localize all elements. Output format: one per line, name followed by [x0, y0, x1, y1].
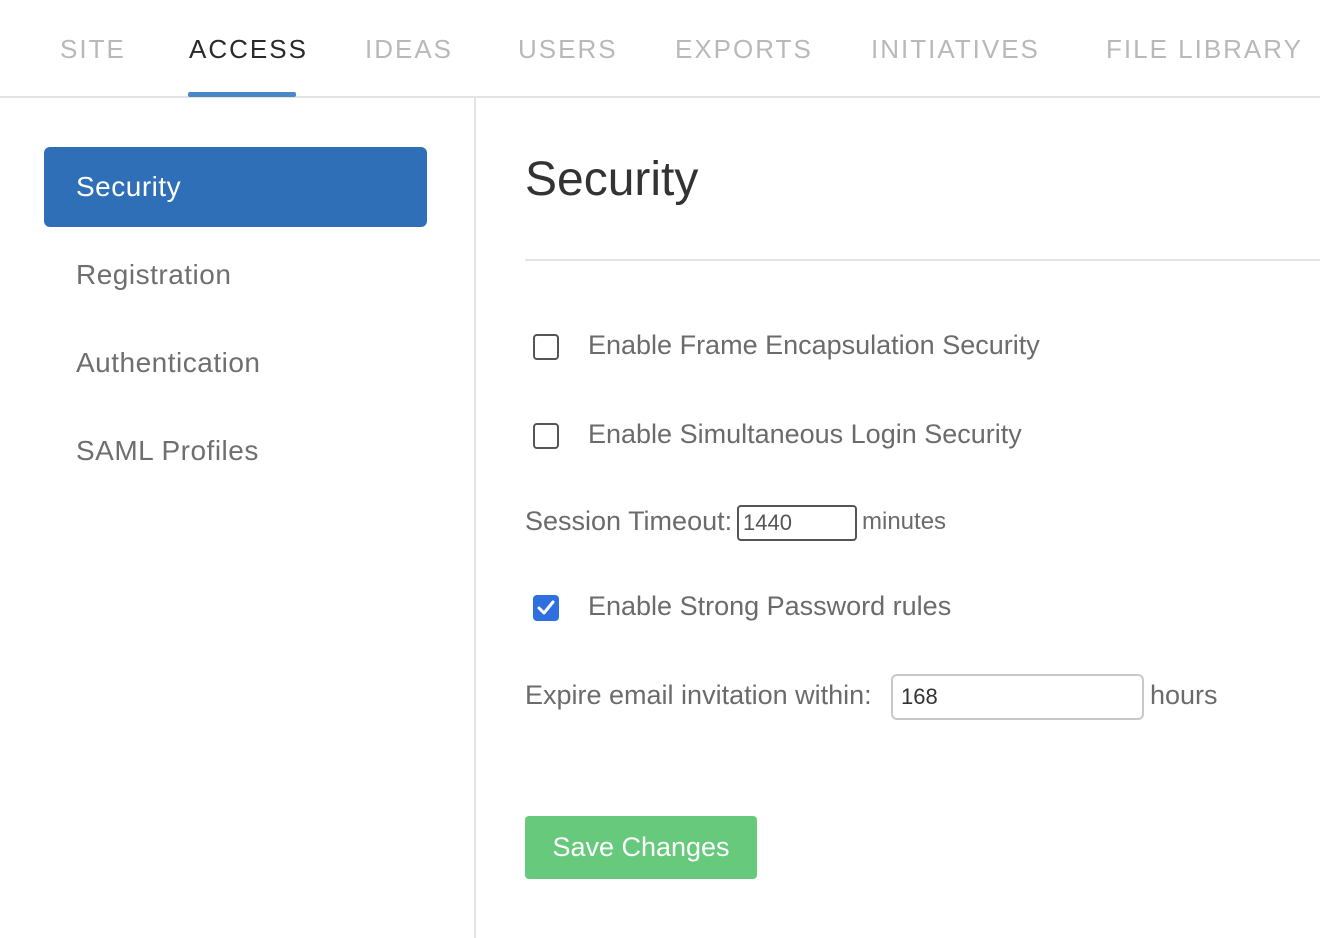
frame-encapsulation-label: Enable Frame Encapsulation Security [588, 330, 1040, 360]
expire-invitation-unit: hours [1150, 680, 1218, 710]
checkmark-icon [537, 600, 555, 615]
title-divider [525, 259, 1320, 261]
tab-ideas[interactable]: IDEAS [365, 34, 453, 65]
strong-password-checkbox[interactable] [533, 595, 559, 621]
tab-exports[interactable]: EXPORTS [675, 34, 813, 65]
tab-file-library[interactable]: FILE LIBRARY [1106, 34, 1303, 65]
main-content: Security Enable Frame Encapsulation Secu… [478, 98, 1320, 938]
tab-initiatives[interactable]: INITIATIVES [871, 34, 1040, 65]
session-timeout-unit: minutes [862, 508, 947, 535]
sidebar: Security Registration Authentication SAM… [0, 98, 476, 938]
tab-site[interactable]: SITE [60, 34, 126, 65]
sidebar-item-authentication[interactable]: Authentication [44, 323, 427, 403]
simultaneous-login-checkbox[interactable] [533, 423, 559, 449]
strong-password-label: Enable Strong Password rules [588, 591, 952, 621]
active-tab-indicator [188, 92, 296, 97]
simultaneous-login-label: Enable Simultaneous Login Security [588, 419, 1022, 449]
tab-access[interactable]: ACCESS [189, 34, 308, 65]
top-tab-bar: SITE ACCESS IDEAS USERS EXPORTS INITIATI… [0, 0, 1320, 98]
frame-encapsulation-checkbox[interactable] [533, 334, 559, 360]
expire-invitation-input[interactable] [891, 674, 1144, 720]
page-title: Security [525, 153, 699, 206]
tab-users[interactable]: USERS [518, 34, 618, 65]
session-timeout-row: Session Timeout: minutes [525, 505, 946, 541]
expire-invitation-row: Expire email invitation within: hours [525, 674, 1218, 720]
expire-invitation-label: Expire email invitation within: [525, 680, 872, 710]
session-timeout-input[interactable] [737, 505, 857, 541]
sidebar-item-registration[interactable]: Registration [44, 235, 427, 315]
sidebar-item-security[interactable]: Security [44, 147, 427, 227]
save-changes-button[interactable]: Save Changes [525, 816, 757, 879]
session-timeout-label: Session Timeout: [525, 506, 733, 536]
sidebar-item-saml-profiles[interactable]: SAML Profiles [44, 411, 427, 491]
